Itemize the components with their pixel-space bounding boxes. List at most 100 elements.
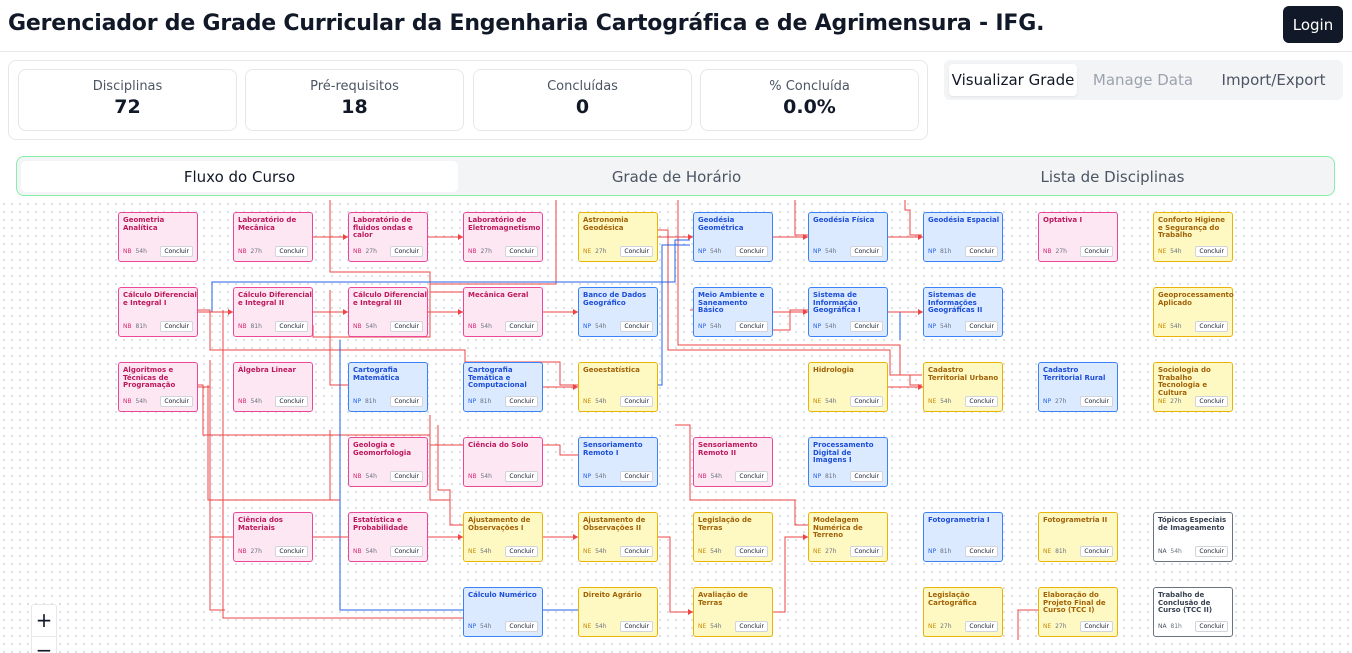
concluir-button[interactable]: Concluir — [965, 396, 998, 407]
concluir-button[interactable]: Concluir — [160, 396, 193, 407]
concluir-button[interactable]: Concluir — [390, 321, 423, 332]
course-node[interactable]: Legislação de Terras NE 54h Concluir — [693, 512, 773, 562]
course-node[interactable]: Estatística e Probabilidade NB 54h Conclui… — [348, 512, 428, 562]
concluir-button[interactable]: Concluir — [1080, 396, 1113, 407]
concluir-button[interactable]: Concluir — [850, 546, 883, 557]
tab-visualizar-grade[interactable]: Visualizar Grade — [949, 64, 1077, 96]
course-node[interactable]: Mecânica Geral NB 54h Concluir — [463, 287, 543, 337]
tab-lista-de-disciplinas[interactable]: Lista de Disciplinas — [894, 161, 1331, 192]
course-node[interactable]: Avaliação de Terras NE 54h Concluir — [693, 587, 773, 637]
login-button[interactable]: Login — [1283, 6, 1343, 43]
concluir-button[interactable]: Concluir — [965, 321, 998, 332]
course-node[interactable]: Ajustamento de Observações I NE 54h Conclu… — [463, 512, 543, 562]
concluir-button[interactable]: Concluir — [275, 246, 308, 257]
course-node[interactable]: Fotogrametria II NE 81h Concluir — [1038, 512, 1118, 562]
concluir-button[interactable]: Concluir — [1080, 621, 1113, 632]
course-node[interactable]: Cálculo Diferencial e Integral II NB 81h C… — [233, 287, 313, 337]
concluir-button[interactable]: Concluir — [620, 246, 653, 257]
course-node[interactable]: Geometria Analítica NB 54h Concluir — [118, 212, 198, 262]
course-node[interactable]: Geodésia Física NP 54h Concluir — [808, 212, 888, 262]
concluir-button[interactable]: Concluir — [275, 321, 308, 332]
concluir-button[interactable]: Concluir — [505, 321, 538, 332]
concluir-button[interactable]: Concluir — [505, 546, 538, 557]
concluir-button[interactable]: Concluir — [390, 471, 423, 482]
course-node[interactable]: Banco de Dados Geográfico NP 54h Concluir — [578, 287, 658, 337]
course-node[interactable]: Geologia e Geomorfologia NB 54h Concluir — [348, 437, 428, 487]
course-node[interactable]: Sociologia do Trabalho Tecnologia e Cult… — [1153, 362, 1233, 412]
concluir-button[interactable]: Concluir — [735, 246, 768, 257]
course-node[interactable]: Hidrologia NE 54h Concluir — [808, 362, 888, 412]
concluir-button[interactable]: Concluir — [850, 471, 883, 482]
course-node[interactable]: Processamento Digital de Imagens I NP 81h… — [808, 437, 888, 487]
concluir-button[interactable]: Concluir — [390, 546, 423, 557]
concluir-button[interactable]: Concluir — [620, 621, 653, 632]
concluir-button[interactable]: Concluir — [505, 471, 538, 482]
tab-manage-data[interactable]: Manage Data — [1083, 64, 1203, 96]
course-node[interactable]: Álgebra Linear NB 54h Concluir — [233, 362, 313, 412]
concluir-button[interactable]: Concluir — [965, 621, 998, 632]
concluir-button[interactable]: Concluir — [390, 246, 423, 257]
course-node[interactable]: Cartografia Temática e Computacional NP 8… — [463, 362, 543, 412]
course-node[interactable]: Cálculo Numérico NP 54h Concluir — [463, 587, 543, 637]
course-node[interactable]: Cadastro Territorial Urbano NE 54h Conclui… — [923, 362, 1003, 412]
concluir-button[interactable]: Concluir — [620, 546, 653, 557]
course-node[interactable]: Astronomia Geodésica NE 27h Concluir — [578, 212, 658, 262]
concluir-button[interactable]: Concluir — [1195, 321, 1228, 332]
course-node[interactable]: Direito Agrário NE 54h Concluir — [578, 587, 658, 637]
concluir-button[interactable]: Concluir — [620, 471, 653, 482]
course-node[interactable]: Geoprocessamento Aplicado NE 54h Concluir — [1153, 287, 1234, 337]
course-node[interactable]: Laboratório de Mecânica NB 27h Concluir — [233, 212, 313, 262]
course-node[interactable]: Ajustamento de Observações II NE 54h Concl… — [578, 512, 658, 562]
course-node[interactable]: Ciência do Solo NB 54h Concluir — [463, 437, 543, 487]
concluir-button[interactable]: Concluir — [735, 321, 768, 332]
course-node[interactable]: Ciência dos Materiais NB 27h Concluir — [233, 512, 313, 562]
course-node[interactable]: Sensoriamento Remoto II NB 54h Concluir — [693, 437, 773, 487]
concluir-button[interactable]: Concluir — [735, 621, 768, 632]
course-node[interactable]: Cálculo Diferencial e Integral III NB 54h… — [348, 287, 428, 337]
concluir-button[interactable]: Concluir — [1195, 246, 1228, 257]
course-node[interactable]: Cadastro Territorial Rural NP 27h Concluir — [1038, 362, 1118, 412]
concluir-button[interactable]: Concluir — [505, 246, 538, 257]
concluir-button[interactable]: Concluir — [735, 546, 768, 557]
concluir-button[interactable]: Concluir — [160, 246, 193, 257]
concluir-button[interactable]: Concluir — [275, 546, 308, 557]
course-node[interactable]: Cálculo Diferencial e Integral I NB 81h Co… — [118, 287, 198, 337]
zoom-in-button[interactable]: + — [32, 607, 56, 633]
flow-canvas[interactable]: Geometria Analítica NB 54h Concluir Cálculo… — [0, 200, 1352, 653]
course-node[interactable]: Geodésia Geométrica NP 54h Concluir — [693, 212, 773, 262]
course-node[interactable]: Legislação Cartográfica NE 27h Concluir — [923, 587, 1003, 637]
concluir-button[interactable]: Concluir — [850, 396, 883, 407]
course-node[interactable]: Geoestatística NE 54h Concluir — [578, 362, 658, 412]
course-node[interactable]: Sistemas de Informações Geográficas II NP… — [923, 287, 1003, 337]
concluir-button[interactable]: Concluir — [390, 396, 423, 407]
concluir-button[interactable]: Concluir — [1080, 546, 1113, 557]
course-node[interactable]: Elaboração do Projeto Final de Curso (TC… — [1038, 587, 1118, 637]
course-node[interactable]: Laboratório de fluidos ondas e calor NB 2… — [348, 212, 428, 262]
tab-fluxo-do-curso[interactable]: Fluxo do Curso — [21, 161, 458, 192]
concluir-button[interactable]: Concluir — [1195, 621, 1228, 632]
concluir-button[interactable]: Concluir — [735, 471, 768, 482]
course-node[interactable]: Trabalho de Conclusão de Curso (TCC II) N… — [1153, 587, 1233, 637]
course-node[interactable]: Fotogrametria I NP 81h Concluir — [923, 512, 1003, 562]
concluir-button[interactable]: Concluir — [160, 321, 193, 332]
course-node[interactable]: Laboratório de Eletromagnetismo NB 27h Con… — [463, 212, 543, 262]
course-node[interactable]: Modelagem Numérica de Terreno NE 27h Concl… — [808, 512, 888, 562]
course-node[interactable]: Geodésia Espacial NP 81h Concluir — [923, 212, 1003, 262]
zoom-out-button[interactable]: − — [32, 636, 56, 653]
concluir-button[interactable]: Concluir — [1195, 396, 1228, 407]
course-node[interactable]: Optativa I NB 27h Concluir — [1038, 212, 1118, 262]
concluir-button[interactable]: Concluir — [1080, 246, 1113, 257]
concluir-button[interactable]: Concluir — [505, 396, 538, 407]
course-node[interactable]: Cartografia Matemática NP 81h Concluir — [348, 362, 428, 412]
concluir-button[interactable]: Concluir — [275, 396, 308, 407]
concluir-button[interactable]: Concluir — [850, 246, 883, 257]
course-node[interactable]: Conforto Higiene e Segurança do Trabalho… — [1153, 212, 1233, 262]
concluir-button[interactable]: Concluir — [1195, 546, 1228, 557]
concluir-button[interactable]: Concluir — [965, 246, 998, 257]
course-node[interactable]: Sensoriamento Remoto I NP 54h Concluir — [578, 437, 658, 487]
concluir-button[interactable]: Concluir — [965, 546, 998, 557]
course-node[interactable]: Sistema de Informação Geográfica I NP 54h… — [808, 287, 888, 337]
course-node[interactable]: Meio Ambiente e Saneamento Básico NP 54h C… — [693, 287, 773, 337]
course-node[interactable]: Tópicos Especiais de Imageamento NA 54h Co… — [1153, 512, 1233, 562]
course-node[interactable]: Algoritmos e Técnicas de Programação NB 5… — [118, 362, 198, 412]
